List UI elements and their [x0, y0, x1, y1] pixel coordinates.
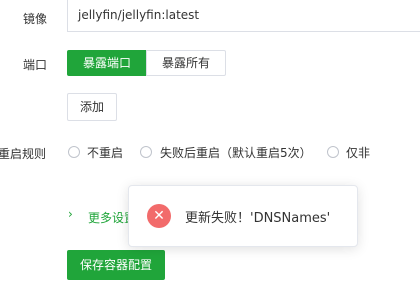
restart-option-no-label: 不重启 [87, 146, 124, 160]
error-icon: ✕ [147, 204, 171, 228]
tab-expose-all[interactable]: 暴露所有 [146, 50, 226, 76]
image-input[interactable]: jellyfin/jellyfin:latest [67, 0, 420, 32]
restart-rule-label: 重启规则 [0, 147, 47, 161]
tab-expose-port[interactable]: 暴露端口 [67, 50, 147, 76]
error-toast: ✕ 更新失败！'DNSNames' [128, 185, 358, 247]
restart-option-unless-label: 仅非 [346, 146, 371, 160]
chevron-right-icon: › [68, 207, 73, 221]
image-label: 镜像 [23, 12, 48, 26]
add-port-button[interactable]: 添加 [67, 93, 117, 121]
port-label: 端口 [23, 58, 48, 72]
restart-option-on-failure-label: 失败后重启（默认重启5次） [160, 146, 312, 160]
toast-message: 更新失败！'DNSNames' [185, 211, 331, 226]
restart-option-no-radio[interactable] [68, 146, 80, 158]
restart-option-unless-radio[interactable] [327, 146, 339, 158]
restart-option-on-failure-radio[interactable] [140, 146, 152, 158]
save-container-config-button[interactable]: 保存容器配置 [67, 250, 165, 280]
